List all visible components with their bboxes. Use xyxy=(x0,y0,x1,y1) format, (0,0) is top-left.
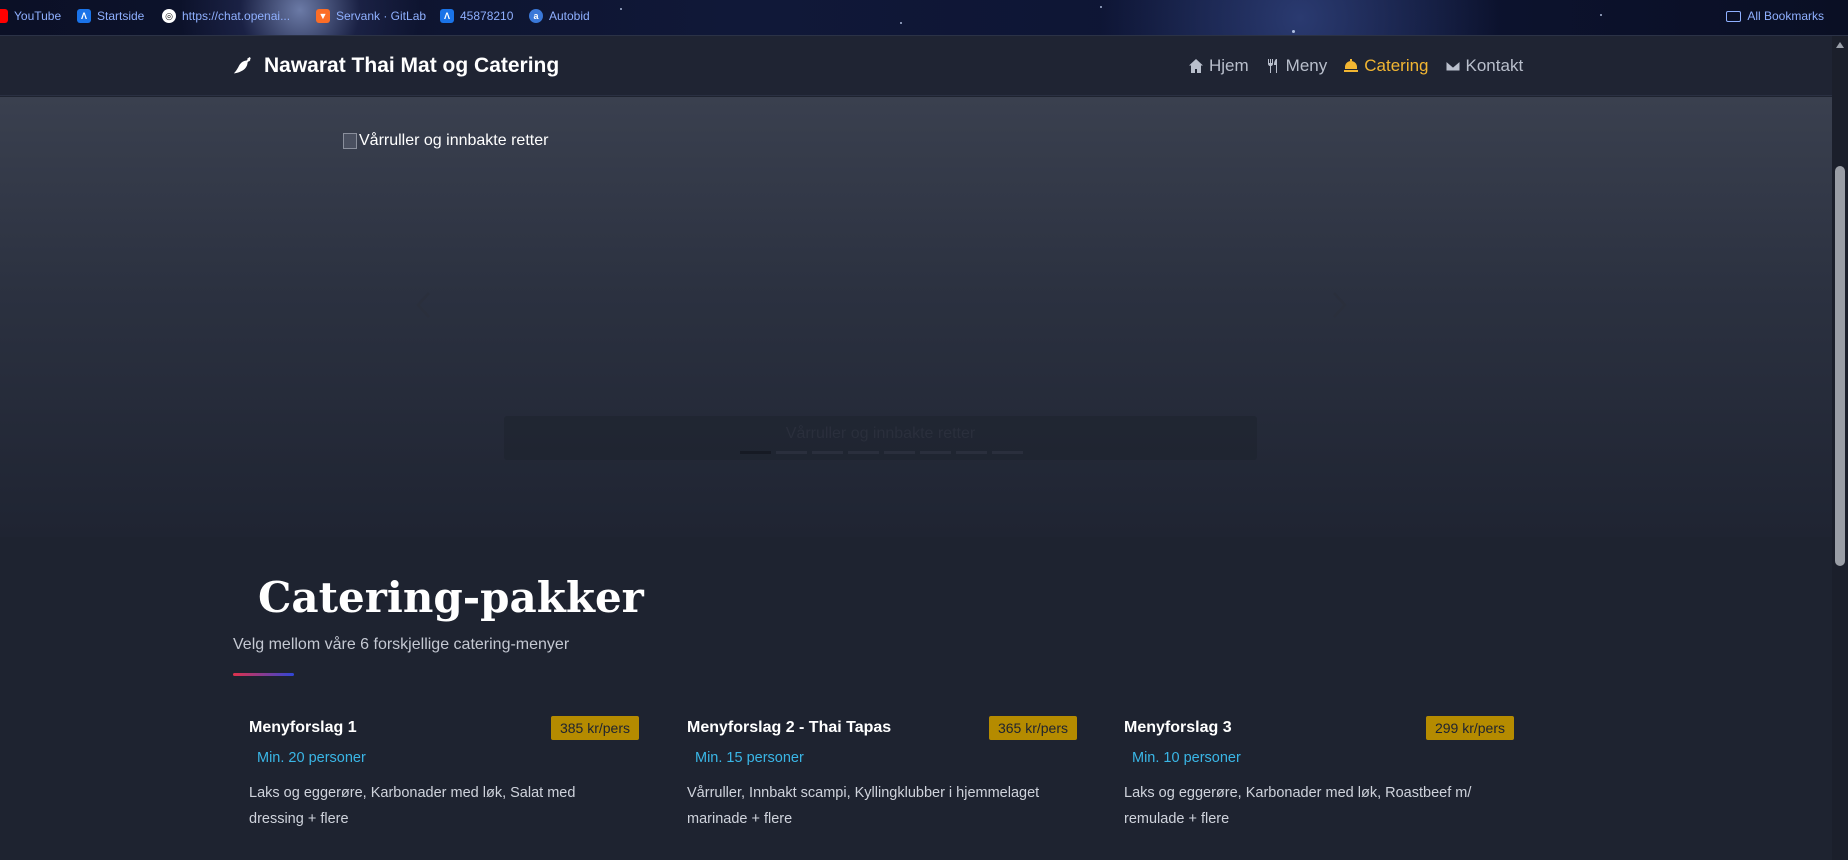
site-navbar: Nawarat Thai Mat og Catering Hjem Meny C… xyxy=(0,36,1832,96)
min-persons: Min. 20 personer xyxy=(257,750,366,766)
bookmark-45878210[interactable]: Λ 45878210 xyxy=(440,9,513,23)
bookmarks-bar: YouTube Λ Startside ◎ https://chat.opena… xyxy=(0,0,1848,36)
nav-link-catering[interactable]: Catering xyxy=(1343,56,1429,76)
broken-image-icon xyxy=(343,133,357,149)
bookmark-label: https://chat.openai... xyxy=(182,9,291,23)
carousel-next-button[interactable] xyxy=(1328,290,1350,320)
folder-icon xyxy=(1726,10,1742,22)
carousel-slide-image: Vårruller og innbakte retter xyxy=(343,132,548,150)
caption-text: Vårruller og innbakte retter xyxy=(785,425,976,442)
price-badge: 365 kr/pers xyxy=(988,716,1077,740)
star-decoration xyxy=(1292,30,1295,33)
brand-link[interactable]: Nawarat Thai Mat og Catering xyxy=(232,54,559,78)
carousel-indicator[interactable] xyxy=(920,451,951,454)
chevron-left-icon xyxy=(416,292,430,318)
nav-label: Kontakt xyxy=(1465,56,1524,75)
image-alt-text: Vårruller og innbakte retter xyxy=(359,132,549,149)
bookmark-label: Servank · GitLab xyxy=(336,9,427,23)
bookmark-label: Autobid xyxy=(549,9,590,23)
bookmark-youtube[interactable]: YouTube xyxy=(0,9,61,23)
star-decoration xyxy=(900,22,902,24)
brand-name: Nawarat Thai Mat og Catering xyxy=(264,54,560,77)
nav-label: Catering xyxy=(1364,56,1429,75)
min-persons: Min. 15 personer xyxy=(695,750,804,766)
autobid-icon: a xyxy=(529,9,543,23)
price-badge: 385 kr/pers xyxy=(550,716,639,740)
star-decoration xyxy=(1100,6,1102,8)
card-title: Menyforslag 1 xyxy=(249,719,357,736)
carousel-indicator[interactable] xyxy=(776,451,807,454)
bookmark-label: Startside xyxy=(97,9,145,23)
hero-section xyxy=(0,97,1832,537)
gitlab-icon: ▼ xyxy=(316,9,330,23)
carousel-indicator[interactable] xyxy=(992,451,1023,454)
tool-icon: Λ xyxy=(440,9,454,23)
scroll-up-arrow-icon[interactable] xyxy=(1836,42,1844,48)
min-persons: Min. 10 personer xyxy=(1132,750,1241,766)
nav-label: Hjem xyxy=(1209,56,1249,75)
carousel-indicator[interactable] xyxy=(848,451,879,454)
page-scrollbar[interactable] xyxy=(1832,36,1848,860)
card-title: Menyforslag 2 - Thai Tapas xyxy=(687,719,892,736)
all-bookmarks-button[interactable]: All Bookmarks xyxy=(1726,9,1824,23)
bookmark-startside[interactable]: Λ Startside xyxy=(77,9,144,23)
star-decoration xyxy=(1600,14,1602,16)
youtube-icon xyxy=(0,9,8,23)
tool-icon: Λ xyxy=(77,9,91,23)
nav-link-meny[interactable]: Meny xyxy=(1265,56,1328,76)
carousel-indicator[interactable] xyxy=(812,451,843,454)
all-bookmarks-label: All Bookmarks xyxy=(1747,9,1824,23)
bookmark-chatgpt[interactable]: ◎ https://chat.openai... xyxy=(162,9,290,23)
openai-icon: ◎ xyxy=(162,9,176,23)
bookmark-gitlab[interactable]: ▼ Servank · GitLab xyxy=(316,9,426,23)
nav-links: Hjem Meny Catering Kontakt xyxy=(1188,56,1523,76)
star-decoration xyxy=(620,8,622,10)
nav-link-kontakt[interactable]: Kontakt xyxy=(1445,56,1524,76)
pepper-icon xyxy=(233,56,251,74)
card-description: Vårruller, Innbakt scampi, Kyllingklubbe… xyxy=(687,785,1040,827)
envelope-icon xyxy=(1445,60,1461,72)
carousel-indicator[interactable] xyxy=(884,451,915,454)
bookmark-autobid[interactable]: a Autobid xyxy=(529,9,590,23)
card-description: Laks og eggerøre, Karbonader med løk, Ro… xyxy=(1124,785,1472,827)
chevron-right-icon xyxy=(1333,292,1347,318)
nav-link-hjem[interactable]: Hjem xyxy=(1188,56,1249,76)
bookmark-label: YouTube xyxy=(14,9,62,23)
scroll-thumb[interactable] xyxy=(1835,166,1845,566)
section-title: Catering-pakker xyxy=(258,573,644,622)
nav-label: Meny xyxy=(1285,56,1328,75)
carousel-prev-button[interactable] xyxy=(413,290,435,320)
section-divider xyxy=(233,673,294,676)
bell-icon xyxy=(1344,59,1359,72)
card-description: Laks og eggerøre, Karbonader med løk, Sa… xyxy=(249,785,576,827)
bookmark-label: 45878210 xyxy=(460,9,514,23)
carousel-indicator[interactable] xyxy=(740,451,771,454)
section-subtitle: Velg mellom våre 6 forskjellige catering… xyxy=(233,636,570,653)
carousel-indicators xyxy=(740,451,1023,454)
card-title: Menyforslag 3 xyxy=(1124,719,1232,736)
home-icon xyxy=(1189,59,1203,73)
price-badge: 299 kr/pers xyxy=(1425,716,1514,740)
utensils-icon xyxy=(1267,59,1277,73)
carousel-indicator[interactable] xyxy=(956,451,987,454)
